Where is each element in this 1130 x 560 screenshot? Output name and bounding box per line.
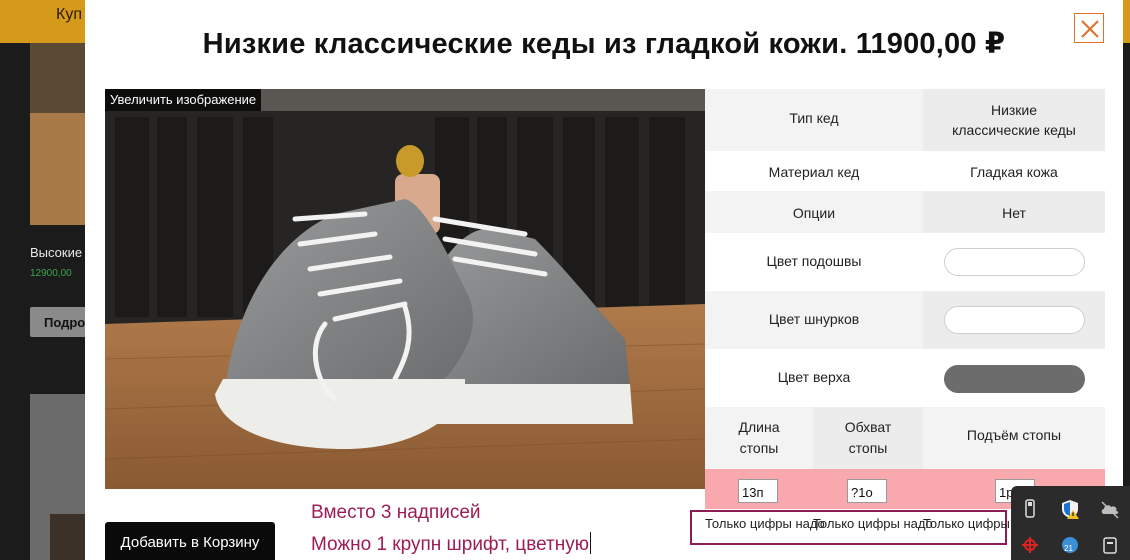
cloud-offline-icon[interactable] [1099, 498, 1121, 520]
note-line-2[interactable]: Можно 1 крупн шрифт, цветную [311, 532, 591, 556]
sneaker-photo-image [105, 89, 705, 489]
header-foot-length: Длина стопы [738, 419, 780, 456]
background-product-price: 12900,00 [30, 268, 72, 279]
option-label-material: Материал кед [768, 164, 860, 180]
validation-hint-girth: Только цифры надо [813, 516, 933, 531]
option-value-type: Низкие классические кеды [923, 89, 1105, 151]
product-photo[interactable]: Увеличить изображение [105, 89, 705, 489]
foot-girth-input[interactable] [847, 479, 887, 503]
option-label-type: Тип кед [789, 110, 839, 126]
sole-color-picker[interactable] [944, 248, 1085, 276]
background-product-title[interactable]: Высокие [30, 245, 86, 260]
option-label-lace-color: Цвет шнурков [768, 311, 860, 327]
option-row-upper-color: Цвет верха [705, 349, 1105, 407]
system-badge-number: 21 [1064, 544, 1073, 553]
option-label-options: Опции [792, 205, 836, 221]
background-topbar-label[interactable]: Куп [56, 6, 82, 24]
usb-icon[interactable] [1019, 498, 1041, 520]
system-tray-popup: 21 [1011, 486, 1130, 560]
shield-warning-icon[interactable] [1059, 498, 1081, 520]
text-caret [589, 532, 591, 554]
foot-length-input[interactable] [738, 479, 778, 503]
option-row-material: Материал кед Гладкая кожа [705, 151, 1105, 191]
system-badge-icon[interactable]: 21 [1059, 534, 1081, 556]
option-label-sole-color: Цвет подошвы [766, 253, 862, 269]
option-value-options: Нет [923, 191, 1105, 233]
note-line-2-text[interactable]: Можно 1 крупн шрифт, цветную [311, 534, 589, 555]
option-row-lace-color: Цвет шнурков [705, 291, 1105, 349]
header-foot-girth: Обхват стопы [813, 407, 923, 469]
close-icon [1081, 20, 1099, 38]
zoom-image-link[interactable]: Увеличить изображение [105, 89, 262, 111]
option-value-material: Гладкая кожа [970, 164, 1058, 180]
close-button[interactable] [1074, 13, 1104, 43]
header-instep: Подъём стопы [966, 427, 1062, 443]
option-row-type: Тип кед Низкие классические кеды [705, 89, 1105, 151]
add-to-cart-button[interactable]: Добавить в Корзину [105, 522, 275, 560]
validation-hint-length: Только цифры надо [705, 516, 825, 531]
background-product-image[interactable] [30, 43, 86, 225]
lace-color-picker[interactable] [944, 306, 1085, 334]
option-label-upper-color: Цвет верха [777, 369, 851, 385]
modal-title: Низкие классические кеды из гладкой кожи… [202, 28, 1006, 60]
option-row-sole-color: Цвет подошвы [705, 233, 1105, 291]
note-line-1[interactable]: Вместо 3 надписей [311, 502, 481, 524]
antivirus-icon[interactable] [1019, 534, 1041, 556]
option-row-options: Опции Нет [705, 191, 1105, 233]
clipboard-icon[interactable] [1099, 534, 1121, 556]
upper-color-picker[interactable] [944, 365, 1085, 393]
background-product-image-2[interactable] [30, 394, 86, 560]
product-modal: Низкие классические кеды из гладкой кожи… [85, 0, 1123, 560]
measurement-headers: Длина стопы Обхват стопы Подъём стопы [705, 407, 1105, 469]
